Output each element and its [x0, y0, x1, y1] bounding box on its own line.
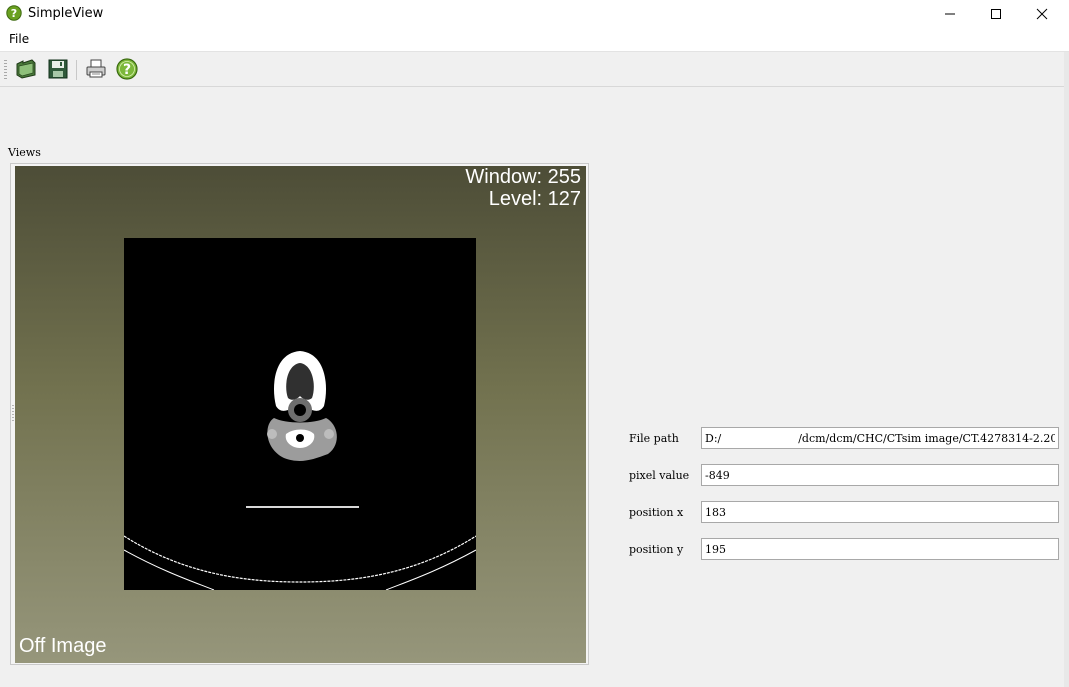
app-help-icon: ?: [6, 5, 22, 21]
pixel-value-label: pixel value: [629, 469, 690, 482]
file-path-label: File path: [629, 432, 679, 445]
print-icon: [86, 59, 106, 78]
minimize-icon: [945, 13, 955, 14]
position-y-field[interactable]: [701, 538, 1059, 560]
file-path-field[interactable]: [701, 427, 1059, 449]
help-button[interactable]: ?: [115, 57, 139, 81]
position-x-label: position x: [629, 506, 684, 519]
toolbar-separator: [76, 60, 77, 80]
position-y-label: position y: [629, 543, 684, 556]
save-button[interactable]: [46, 57, 70, 81]
minimize-button[interactable]: [927, 0, 973, 27]
print-button[interactable]: [84, 57, 108, 81]
image-status-readout: Off Image: [19, 635, 107, 657]
open-button[interactable]: [14, 57, 38, 81]
toolbar-grip[interactable]: [4, 60, 7, 80]
svg-text:?: ?: [11, 7, 17, 20]
right-edge-strip: [1064, 52, 1069, 687]
pixel-value-field[interactable]: [701, 464, 1059, 486]
toolbar: ?: [0, 52, 1064, 87]
ct-slice-image: [124, 238, 476, 590]
image-viewport[interactable]: Window: 255 Level: 127 Off Image: [15, 166, 586, 663]
window-readout: Window: 255: [465, 166, 581, 188]
views-group-label: Views: [8, 146, 41, 159]
help-icon: ?: [116, 58, 138, 80]
close-icon: [1036, 8, 1048, 19]
save-icon: [48, 59, 68, 79]
title-bar: ? SimpleView: [0, 0, 1069, 27]
svg-text:?: ?: [123, 62, 131, 78]
splitter-handle[interactable]: [12, 405, 14, 421]
level-readout: Level: 127: [488, 188, 581, 210]
maximize-button[interactable]: [973, 0, 1019, 27]
window-title: SimpleView: [28, 6, 104, 21]
maximize-icon: [991, 8, 1001, 19]
close-button[interactable]: [1019, 0, 1065, 27]
menu-bar: File: [0, 27, 1069, 52]
open-folder-icon: [16, 59, 36, 79]
position-x-field[interactable]: [701, 501, 1059, 523]
menu-file[interactable]: File: [9, 32, 29, 46]
